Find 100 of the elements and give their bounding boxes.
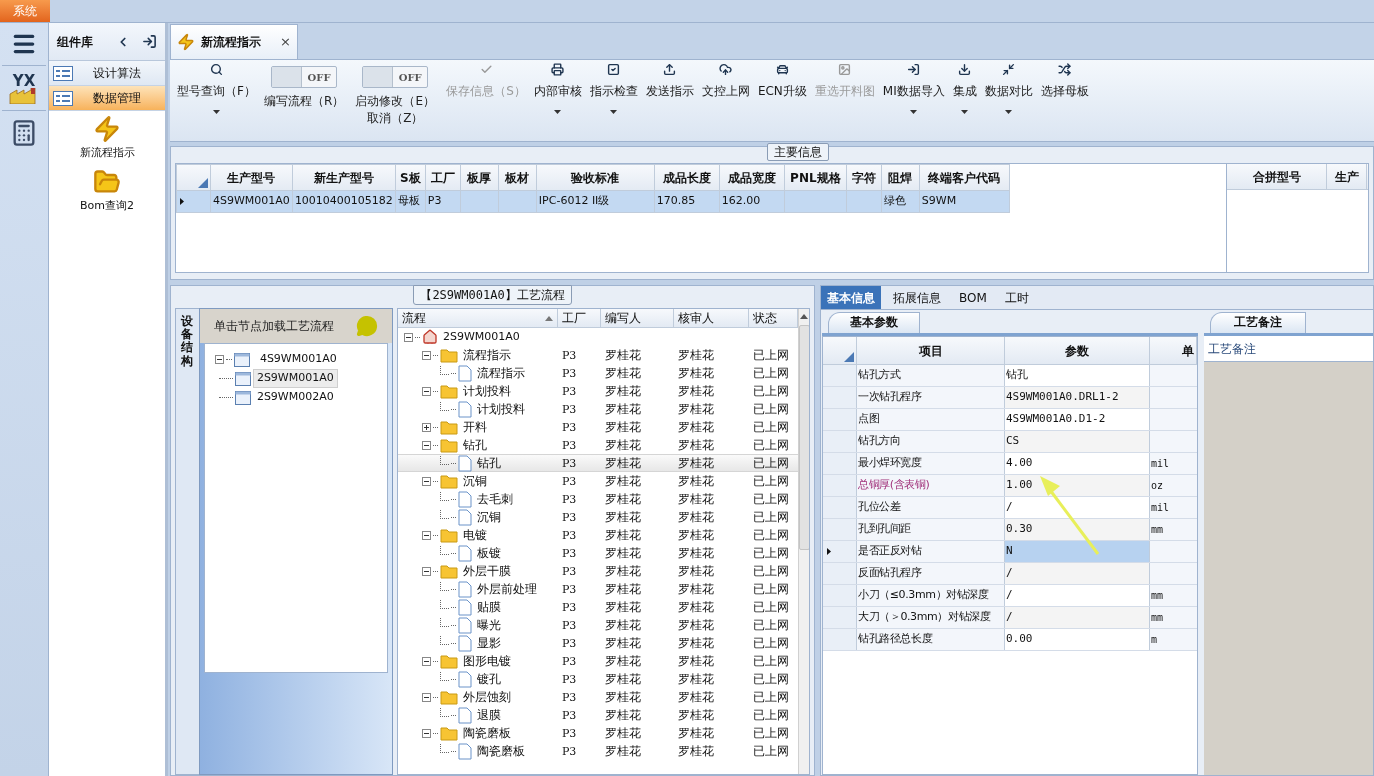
- toolbar-button[interactable]: 数据对比: [980, 60, 1037, 126]
- collapse-icon[interactable]: [421, 440, 431, 450]
- collapse-icon[interactable]: [421, 656, 431, 666]
- param-row[interactable]: 是否正反对钻 N: [823, 541, 1197, 563]
- column-header[interactable]: S板: [395, 164, 426, 191]
- close-button[interactable]: ×: [280, 32, 291, 52]
- toolbar-button[interactable]: ECN升级: [753, 60, 811, 126]
- collapse-icon[interactable]: [403, 332, 413, 342]
- column-header[interactable]: 工厂: [425, 164, 461, 191]
- param-row[interactable]: 钻孔路径总长度 0.00 m: [823, 629, 1197, 651]
- tree-row[interactable]: 流程指示 P3 罗桂花 罗桂花 已上网: [397, 346, 798, 364]
- collapse-icon[interactable]: [421, 692, 431, 702]
- toolbar-button[interactable]: 指示检查: [585, 60, 642, 126]
- param-row[interactable]: 一次钻孔程序 4S9WM001A0.DRL1-2: [823, 387, 1197, 409]
- tree-row[interactable]: 沉铜 P3 罗桂花 罗桂花 已上网: [397, 508, 798, 526]
- column-header[interactable]: 参数: [1005, 337, 1150, 364]
- document-tab[interactable]: 新流程指示 ×: [170, 24, 298, 59]
- toolbar-button[interactable]: MI数据导入: [878, 60, 949, 126]
- column-header[interactable]: 终端客户代码: [919, 164, 1010, 191]
- tree-row[interactable]: 贴膜 P3 罗桂花 罗桂花 已上网: [397, 598, 798, 616]
- column-header[interactable]: 单: [1150, 337, 1197, 364]
- scroll-up-icon[interactable]: [800, 314, 809, 319]
- tree-row[interactable]: 去毛刺 P3 罗桂花 罗桂花 已上网: [397, 490, 798, 508]
- param-row[interactable]: 孔到孔间距 0.30 mm: [823, 519, 1197, 541]
- tool-item[interactable]: 新流程指示: [49, 115, 165, 164]
- toolbar-button[interactable]: 发送指示: [641, 60, 698, 126]
- tree-row[interactable]: 镀孔 P3 罗桂花 罗桂花 已上网: [397, 670, 798, 688]
- param-row[interactable]: 反面钻孔程序 /: [823, 563, 1197, 585]
- param-row[interactable]: 最小焊环宽度 4.00 mil: [823, 453, 1197, 475]
- tree-row[interactable]: 显影 P3 罗桂花 罗桂花 已上网: [397, 634, 798, 652]
- param-row[interactable]: 钻孔方向 CS: [823, 431, 1197, 453]
- param-row[interactable]: 点图 4S9WM001A0.D1-2: [823, 409, 1197, 431]
- side-tab[interactable]: 设备结构: [181, 311, 194, 372]
- tab[interactable]: 基本信息: [821, 286, 881, 309]
- tree-row[interactable]: 沉铜 P3 罗桂花 罗桂花 已上网: [397, 472, 798, 490]
- tree-row[interactable]: 陶瓷磨板 P3 罗桂花 罗桂花 已上网: [397, 742, 798, 760]
- collapse-icon[interactable]: [214, 355, 224, 364]
- tree-row[interactable]: 钻孔 P3 罗桂花 罗桂花 已上网: [397, 454, 798, 472]
- column-header[interactable]: 新生产型号: [292, 164, 396, 191]
- table-row[interactable]: 4S9WM001A0 10010400105182 母板 P3 IPC-6012 II级 170.85 162.00 绿色 S9WM: [176, 190, 1010, 213]
- collapse-icon[interactable]: [421, 350, 431, 360]
- column-header[interactable]: 流程: [397, 309, 558, 327]
- column-header[interactable]: 阻焊: [881, 164, 920, 191]
- column-header[interactable]: 成品长度: [654, 164, 720, 191]
- tree-row[interactable]: 计划投料 P3 罗桂花 罗桂花 已上网: [397, 400, 798, 418]
- column-header[interactable]: 生产: [1327, 164, 1367, 189]
- expand-icon[interactable]: [421, 422, 431, 432]
- toggle-switch[interactable]: OFF: [362, 66, 429, 88]
- column-header[interactable]: 生产型号: [210, 164, 293, 191]
- toolbar-button[interactable]: 型号查询（F）: [173, 60, 260, 126]
- column-header[interactable]: PNL规格: [784, 164, 847, 191]
- toolbar-button[interactable]: 内部审核: [529, 60, 586, 126]
- scrollbar[interactable]: [797, 309, 809, 774]
- column-header[interactable]: 验收标准: [536, 164, 655, 191]
- column-header[interactable]: 核审人: [673, 309, 749, 327]
- tree-item[interactable]: 2S9WM002A0: [252, 388, 338, 407]
- tree-row[interactable]: 电镀 P3 罗桂花 罗桂花 已上网: [397, 526, 798, 544]
- tree-row[interactable]: 退膜 P3 罗桂花 罗桂花 已上网: [397, 706, 798, 724]
- category-item[interactable]: 数据管理: [49, 86, 165, 111]
- column-header[interactable]: 项目: [857, 337, 1005, 364]
- collapse-icon[interactable]: [421, 566, 431, 576]
- column-header[interactable]: 工厂: [557, 309, 601, 327]
- category-item[interactable]: 设计算法: [49, 61, 165, 86]
- param-row[interactable]: 钻孔方式 钻孔: [823, 365, 1197, 387]
- column-header[interactable]: 字符: [846, 164, 882, 191]
- param-row[interactable]: 孔位公差 / mil: [823, 497, 1197, 519]
- collapse-icon[interactable]: [421, 386, 431, 396]
- tree-row[interactable]: 2S9WM001A0: [397, 328, 798, 346]
- tool-item[interactable]: Bom查询2: [49, 167, 165, 216]
- column-header[interactable]: 成品宽度: [719, 164, 785, 191]
- collapse-icon[interactable]: [421, 728, 431, 738]
- toolbar-button[interactable]: 集成: [948, 60, 981, 126]
- tree-row[interactable]: 陶瓷磨板 P3 罗桂花 罗桂花 已上网: [397, 724, 798, 742]
- toolbar-button[interactable]: 选择母板: [1036, 60, 1093, 126]
- tab[interactable]: 工时: [998, 286, 1035, 309]
- tree-row[interactable]: 流程指示 P3 罗桂花 罗桂花 已上网: [397, 364, 798, 382]
- tree-row[interactable]: 板镀 P3 罗桂花 罗桂花 已上网: [397, 544, 798, 562]
- toggle-switch[interactable]: OFF: [271, 66, 338, 88]
- tree-row[interactable]: 图形电镀 P3 罗桂花 罗桂花 已上网: [397, 652, 798, 670]
- column-header[interactable]: 板材: [498, 164, 537, 191]
- tree-row[interactable]: 计划投料 P3 罗桂花 罗桂花 已上网: [397, 382, 798, 400]
- app-logo[interactable]: YX: [9, 74, 39, 104]
- tree-item[interactable]: 2S9WM001A0: [252, 369, 338, 388]
- tree-row[interactable]: 外层蚀刻 P3 罗桂花 罗桂花 已上网: [397, 688, 798, 706]
- column-header[interactable]: 板厚: [460, 164, 499, 191]
- collapse-icon[interactable]: [421, 530, 431, 540]
- tree-row[interactable]: 外层干膜 P3 罗桂花 罗桂花 已上网: [397, 562, 798, 580]
- param-row[interactable]: 小刀（≤0.3mm）对钻深度 / mm: [823, 585, 1197, 607]
- tree-row[interactable]: 曝光 P3 罗桂花 罗桂花 已上网: [397, 616, 798, 634]
- collapse-icon[interactable]: [421, 476, 431, 486]
- param-row[interactable]: 大刀（＞0.3mm）对钻深度 / mm: [823, 607, 1197, 629]
- column-header[interactable]: 合拼型号: [1227, 164, 1327, 189]
- toolbar-button[interactable]: 文控上网: [697, 60, 754, 126]
- tab[interactable]: BOM: [953, 286, 993, 309]
- tab[interactable]: 拓展信息: [887, 286, 947, 309]
- tree-row[interactable]: 外层前处理 P3 罗桂花 罗桂花 已上网: [397, 580, 798, 598]
- tree-row[interactable]: 开料 P3 罗桂花 罗桂花 已上网: [397, 418, 798, 436]
- panel-tab[interactable]: 基本参数: [828, 312, 920, 333]
- tree-row[interactable]: 钻孔 P3 罗桂花 罗桂花 已上网: [397, 436, 798, 454]
- tree-item[interactable]: 4S9WM001A0: [257, 351, 339, 368]
